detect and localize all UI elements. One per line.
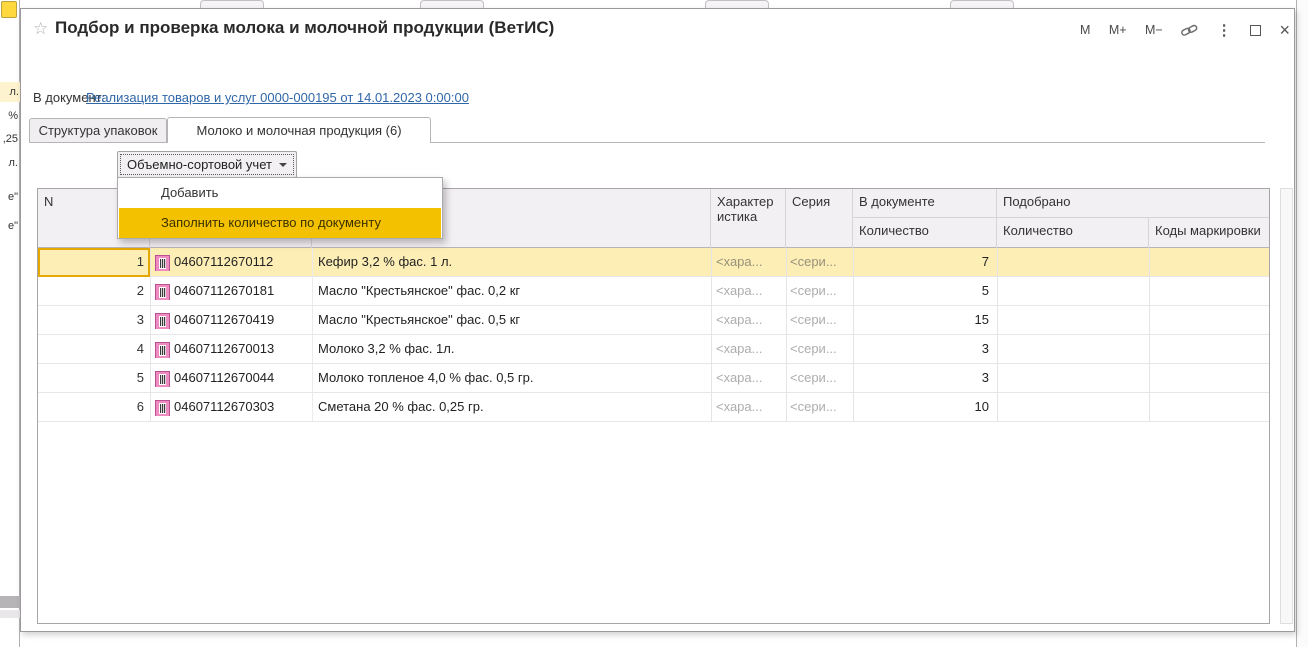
background-text-fragment: е" [0, 216, 18, 236]
row-series: <сери... [790, 248, 850, 277]
table-body: 1 04607112670112 Кефир 3,2 % фас. 1 л. <… [38, 248, 1269, 422]
column-header-characteristic[interactable]: Характеристика [711, 189, 786, 248]
row-gtin: 04607112670181 [174, 277, 309, 306]
background-scrollbar-fragment [0, 596, 20, 608]
row-doc-quantity: 7 [853, 248, 989, 277]
row-number: 1 [38, 248, 144, 277]
row-product-name: Кефир 3,2 % фас. 1 л. [318, 248, 708, 277]
column-header-in-document[interactable]: В документе [853, 189, 997, 218]
row-gtin: 04607112670303 [174, 393, 309, 422]
volume-sort-label: Объемно-сортовой учет [127, 157, 272, 172]
row-characteristic: <хара... [716, 306, 782, 335]
column-header-picked[interactable]: Подобрано [997, 189, 1269, 218]
row-gtin: 04607112670112 [174, 248, 309, 277]
tab-packing-structure[interactable]: Структура упаковок [29, 118, 167, 142]
document-link[interactable]: Реализация товаров и услуг 0000-000195 о… [86, 90, 469, 105]
column-header-series[interactable]: Серия [786, 189, 853, 248]
column-header-picked-quantity[interactable]: Количество [997, 218, 1149, 248]
table-row[interactable]: 5 04607112670044 Молоко топленое 4,0 % ф… [38, 364, 1269, 393]
marked-product-barcode-icon [155, 341, 170, 358]
marked-product-barcode-icon [155, 312, 170, 329]
row-gtin: 04607112670044 [174, 364, 309, 393]
monitor-minus-button[interactable]: M− [1145, 23, 1163, 37]
row-doc-quantity: 5 [853, 277, 989, 306]
row-characteristic: <хара... [716, 364, 782, 393]
marked-product-barcode-icon [155, 399, 170, 416]
row-gtin: 04607112670013 [174, 335, 309, 364]
background-text-fragment: л. [0, 82, 20, 102]
table-row[interactable]: 3 04607112670419 Масло "Крестьянское" фа… [38, 306, 1269, 335]
row-product-name: Масло "Крестьянское" фас. 0,2 кг [318, 277, 708, 306]
row-product-name: Молоко 3,2 % фас. 1л. [318, 335, 708, 364]
row-characteristic: <хара... [716, 277, 782, 306]
row-gtin: 04607112670419 [174, 306, 309, 335]
volume-sort-dropdown-menu: Добавить Заполнить количество по докумен… [117, 177, 443, 239]
row-series: <сери... [790, 393, 850, 422]
row-number: 4 [38, 335, 144, 364]
column-header-marking-codes[interactable]: Коды маркировки [1149, 218, 1269, 248]
row-series: <сери... [790, 364, 850, 393]
background-text-fragment: е" [0, 187, 18, 207]
marked-product-barcode-icon [155, 370, 170, 387]
titlebar-controls: M M+ M− ⋮ × [1080, 20, 1290, 40]
column-header-doc-quantity[interactable]: Количество [853, 218, 997, 248]
link-icon[interactable] [1181, 23, 1198, 37]
row-product-name: Масло "Крестьянское" фас. 0,5 кг [318, 306, 708, 335]
maximize-icon[interactable] [1250, 25, 1261, 36]
volume-sort-accounting-button[interactable]: Объемно-сортовой учет [117, 151, 297, 178]
table-row[interactable]: 6 04607112670303 Сметана 20 % фас. 0,25 … [38, 393, 1269, 422]
table-row[interactable]: 1 04607112670112 Кефир 3,2 % фас. 1 л. <… [38, 248, 1269, 277]
table-scrollbar[interactable] [1280, 188, 1293, 624]
background-text-fragment: % [0, 106, 18, 126]
background-app-icon [1, 1, 17, 18]
row-characteristic: <хара... [716, 248, 782, 277]
row-number: 3 [38, 306, 144, 335]
window-title: Подбор и проверка молока и молочной прод… [55, 18, 554, 38]
table-row[interactable]: 2 04607112670181 Масло "Крестьянское" фа… [38, 277, 1269, 306]
monitor-button[interactable]: M [1080, 23, 1090, 37]
tab-milk-products[interactable]: Молоко и молочная продукция (6) [167, 117, 431, 143]
marked-product-barcode-icon [155, 254, 170, 271]
row-product-name: Сметана 20 % фас. 0,25 гр. [318, 393, 708, 422]
row-doc-quantity: 3 [853, 364, 989, 393]
background-text-fragment: л. [0, 153, 18, 173]
menu-item-fill-quantity-by-document[interactable]: Заполнить количество по документу [119, 208, 441, 238]
row-series: <сери... [790, 335, 850, 364]
row-characteristic: <хара... [716, 393, 782, 422]
row-number: 5 [38, 364, 144, 393]
background-text-fragment: ,25 [0, 129, 18, 149]
chevron-down-icon [279, 163, 287, 167]
background-panel-fragment [0, 610, 20, 618]
row-doc-quantity: 3 [853, 335, 989, 364]
row-doc-quantity: 15 [853, 306, 989, 335]
table-row[interactable]: 4 04607112670013 Молоко 3,2 % фас. 1л. <… [38, 335, 1269, 364]
monitor-plus-button[interactable]: M+ [1109, 23, 1127, 37]
background-window-right-strip [1296, 0, 1308, 647]
row-series: <сери... [790, 306, 850, 335]
products-table: N Характеристика Серия В документе Подоб… [37, 188, 1270, 624]
row-characteristic: <хара... [716, 335, 782, 364]
marked-product-barcode-icon [155, 283, 170, 300]
favorite-star-icon[interactable]: ☆ [33, 19, 48, 39]
row-doc-quantity: 10 [853, 393, 989, 422]
row-product-name: Молоко топленое 4,0 % фас. 0,5 гр. [318, 364, 708, 393]
row-number: 6 [38, 393, 144, 422]
kebab-menu-icon[interactable]: ⋮ [1217, 21, 1232, 39]
row-series: <сери... [790, 277, 850, 306]
close-icon[interactable]: × [1279, 23, 1290, 37]
background-window-left-strip: л.% ,25 л. е" е" [0, 0, 20, 647]
menu-item-add[interactable]: Добавить [119, 178, 441, 208]
row-number: 2 [38, 277, 144, 306]
